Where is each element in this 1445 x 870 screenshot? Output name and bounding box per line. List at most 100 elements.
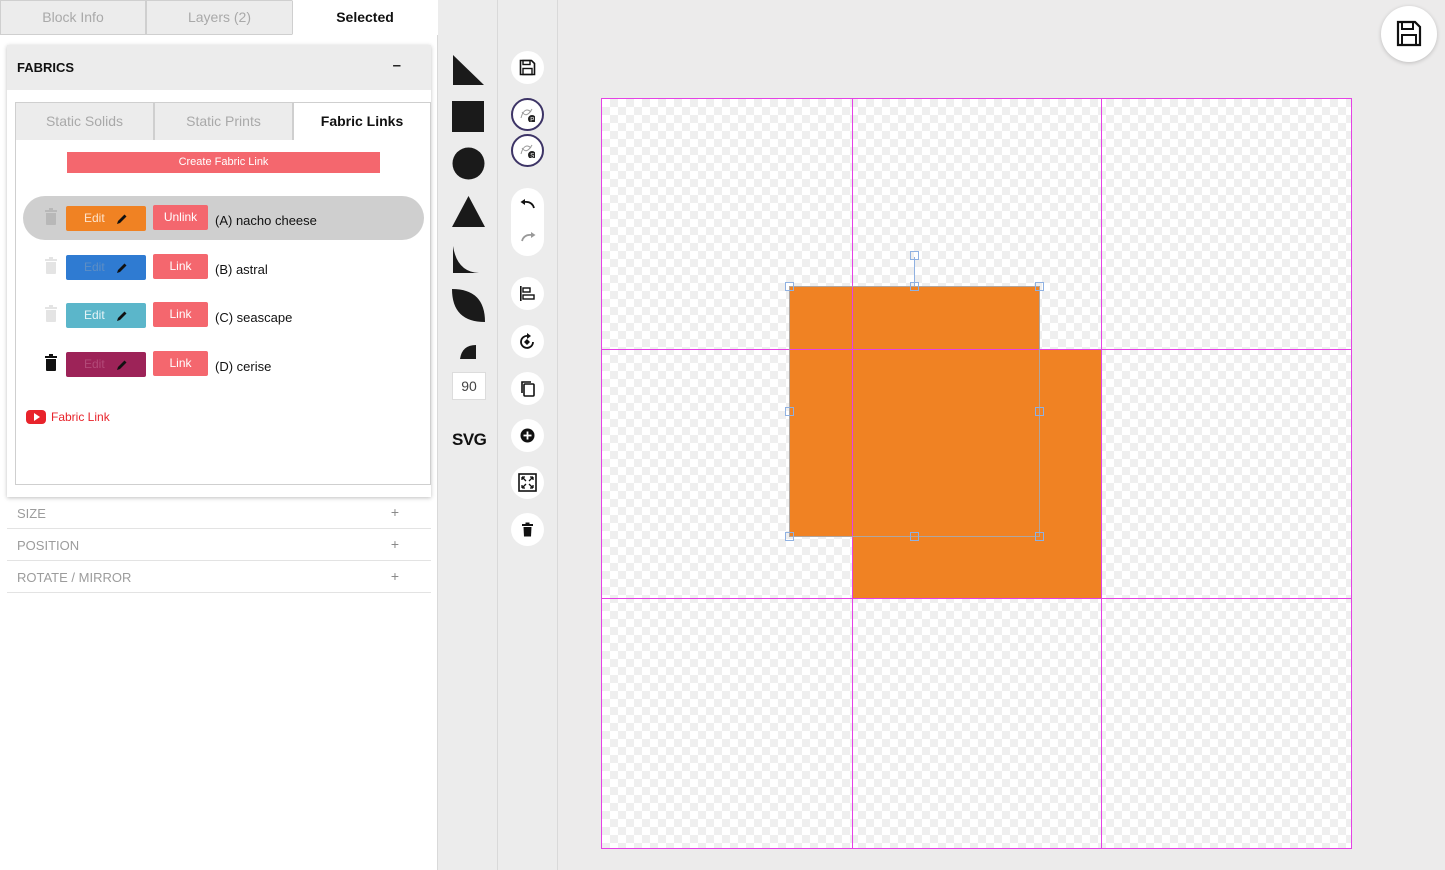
fabric-name: (C) seascape	[215, 310, 293, 325]
grid-guide-vertical	[1101, 99, 1102, 848]
edit-label: Edit	[84, 260, 105, 274]
add-button[interactable]	[511, 419, 544, 452]
fit-button[interactable]	[511, 466, 544, 499]
position-section-header[interactable]: POSITION +	[7, 529, 431, 561]
svg-text:P: P	[530, 117, 534, 122]
expand-icon: +	[390, 504, 399, 520]
link-button[interactable]: Link	[153, 302, 208, 327]
fabric-name: (D) cerise	[215, 359, 272, 374]
fabric-links-list: Create Fabric Link Edit Unlink (A) nacho…	[15, 140, 431, 485]
trash-icon[interactable]	[45, 208, 57, 225]
copy-icon	[521, 381, 535, 397]
top-tab-bar: Block Info Layers (2) Selected	[0, 0, 438, 35]
app-window: Block Info Layers (2) Selected FABRICS –…	[0, 0, 1445, 870]
save-button[interactable]	[511, 51, 544, 84]
redo-icon[interactable]	[520, 232, 536, 244]
expand-icon: +	[390, 536, 399, 552]
resize-handle[interactable]	[785, 282, 794, 291]
undo-icon[interactable]	[520, 199, 536, 211]
delete-icon	[522, 522, 533, 537]
fabric-name: (B) astral	[215, 262, 268, 277]
save-icon	[519, 59, 536, 76]
tab-fabric-links[interactable]: Fabric Links	[293, 102, 431, 141]
unlink-button[interactable]: Unlink	[153, 205, 208, 230]
tab-static-prints[interactable]: Static Prints	[154, 102, 293, 141]
fabric-name: (A) nacho cheese	[215, 213, 317, 228]
undo-redo-group	[511, 188, 544, 256]
left-panel: Block Info Layers (2) Selected FABRICS –…	[0, 0, 438, 870]
trash-icon[interactable]	[45, 354, 57, 371]
triangle-icon[interactable]	[452, 196, 485, 227]
resize-handle[interactable]	[785, 532, 794, 541]
pencil-icon	[117, 360, 127, 370]
fabrics-collapse-button[interactable]: –	[393, 57, 401, 74]
resize-handle[interactable]	[1035, 532, 1044, 541]
trash-icon[interactable]	[45, 305, 57, 322]
fabric-link-row[interactable]: Edit Link (D) cerise	[23, 342, 424, 386]
rotate-mirror-section-header[interactable]: ROTATE / MIRROR +	[7, 561, 431, 593]
size-section-header[interactable]: SIZE +	[7, 497, 431, 529]
resize-handle[interactable]	[785, 407, 794, 416]
selection-box	[789, 286, 1040, 537]
right-triangle-icon[interactable]	[452, 54, 485, 86]
circle-icon[interactable]	[452, 147, 485, 180]
edit-label: Edit	[84, 211, 105, 225]
delete-button[interactable]	[511, 513, 544, 546]
edit-fabric-button[interactable]: Edit	[66, 206, 146, 231]
section-label: ROTATE / MIRROR	[17, 570, 132, 585]
link-button[interactable]: Link	[153, 351, 208, 376]
section-label: POSITION	[17, 538, 80, 553]
tab-static-solids[interactable]: Static Solids	[15, 102, 154, 141]
expand-icon: +	[390, 568, 399, 584]
fabric-s-icon: S	[520, 144, 535, 158]
svg-import-button[interactable]: SVG	[452, 430, 487, 450]
fabrics-panel: FABRICS – Static Solids Static Prints Fa…	[7, 45, 431, 497]
youtube-icon	[26, 410, 46, 424]
edit-fabric-button[interactable]: Edit	[66, 303, 146, 328]
fabric-link-row[interactable]: Edit Link (C) seascape	[23, 293, 424, 337]
edit-fabric-button[interactable]: Edit	[66, 352, 146, 377]
fabric-p-button[interactable]: P	[511, 98, 544, 131]
angle-input[interactable]: 90	[452, 372, 486, 400]
quarter-circle-icon[interactable]	[460, 345, 476, 359]
fabric-s-button[interactable]: S	[511, 134, 544, 167]
rotate-button[interactable]	[511, 325, 544, 358]
fit-icon	[518, 473, 537, 492]
create-fabric-link-button[interactable]: Create Fabric Link	[67, 152, 380, 173]
tab-layers[interactable]: Layers (2)	[146, 0, 293, 35]
resize-handle[interactable]	[910, 532, 919, 541]
edit-fabric-button[interactable]: Edit	[66, 255, 146, 280]
shape-toolbar: 90 SVG	[438, 0, 498, 870]
link-button[interactable]: Link	[153, 254, 208, 279]
section-label: SIZE	[17, 506, 46, 521]
fabrics-title: FABRICS	[17, 60, 75, 75]
video-link-label: Fabric Link	[51, 410, 110, 424]
save-icon	[1396, 20, 1422, 47]
fabrics-header[interactable]: FABRICS –	[7, 45, 431, 90]
add-icon	[520, 428, 535, 443]
align-icon	[520, 286, 535, 301]
pencil-icon	[117, 263, 127, 273]
tab-selected[interactable]: Selected	[292, 0, 438, 35]
rotation-handle[interactable]	[910, 251, 919, 260]
align-button[interactable]	[511, 277, 544, 310]
fabric-link-row[interactable]: Edit Unlink (A) nacho cheese	[23, 196, 424, 240]
resize-handle[interactable]	[1035, 407, 1044, 416]
save-block-button[interactable]	[1381, 6, 1437, 62]
copy-button[interactable]	[511, 372, 544, 405]
pencil-icon	[117, 311, 127, 321]
rotate-icon	[520, 333, 534, 349]
pencil-icon	[117, 214, 127, 224]
concave-corner-icon[interactable]	[453, 246, 479, 273]
leaf-icon[interactable]	[452, 289, 485, 322]
grid-guide-horizontal	[602, 598, 1351, 599]
resize-handle[interactable]	[1035, 282, 1044, 291]
trash-icon[interactable]	[45, 257, 57, 274]
block-canvas[interactable]	[601, 98, 1352, 849]
square-icon[interactable]	[452, 101, 484, 132]
resize-handle[interactable]	[910, 282, 919, 291]
svg-text:S: S	[530, 153, 534, 158]
fabric-link-row[interactable]: Edit Link (B) astral	[23, 245, 424, 289]
tab-block-info[interactable]: Block Info	[0, 0, 146, 35]
edit-label: Edit	[84, 308, 105, 322]
